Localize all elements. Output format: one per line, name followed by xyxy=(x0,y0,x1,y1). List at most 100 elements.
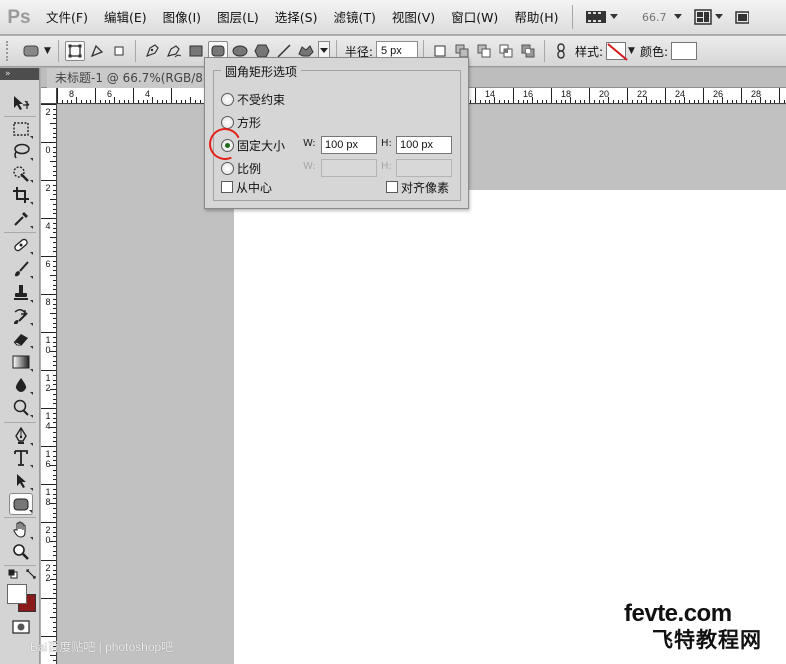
ruler-tick xyxy=(650,100,652,103)
fill-pixels-button[interactable] xyxy=(109,41,129,61)
menu-window[interactable]: 窗口(W) xyxy=(443,0,506,35)
style-swatch[interactable] xyxy=(606,42,627,60)
option-unconstrained[interactable]: 不受约束 xyxy=(221,90,285,108)
from-center-checkbox[interactable] xyxy=(221,181,233,193)
menu-filter[interactable]: 滤镜(T) xyxy=(325,0,383,35)
ruler-tick xyxy=(53,393,56,395)
eyedropper-tool[interactable] xyxy=(9,208,33,230)
option-square[interactable]: 方形 xyxy=(221,113,261,131)
rectangle-option[interactable] xyxy=(186,41,206,61)
ruler-tick xyxy=(53,612,56,614)
exclude-shape-button[interactable] xyxy=(518,41,538,61)
ruler-tick xyxy=(53,175,56,177)
gradient-icon xyxy=(12,355,30,369)
option-fixed-size[interactable]: 固定大小 xyxy=(221,136,285,154)
radio-proportional[interactable] xyxy=(221,161,234,175)
chevron-down-icon[interactable]: ▼ xyxy=(44,46,51,56)
option-snap-to-pixels[interactable]: 对齐像素 xyxy=(386,178,449,196)
menu-image[interactable]: 图像(I) xyxy=(155,0,209,35)
ruler-tick xyxy=(53,479,56,481)
quick-selection-tool[interactable] xyxy=(9,162,33,184)
ruler-tick xyxy=(53,360,56,362)
zoom-level[interactable]: 66.7 xyxy=(624,11,668,24)
history-brush-tool[interactable] xyxy=(9,305,33,327)
rounded-rectangle-tool[interactable] xyxy=(9,493,33,515)
chevron-down-icon[interactable]: ▼ xyxy=(628,46,635,56)
brush-tool[interactable] xyxy=(9,258,33,280)
zoom-tool[interactable] xyxy=(9,541,33,563)
paths-button[interactable] xyxy=(87,41,107,61)
move-tool[interactable] xyxy=(9,92,33,114)
clone-stamp-tool[interactable] xyxy=(9,282,33,304)
document-tab[interactable]: 未标题-1 @ 66.7%(RGB/8) xyxy=(47,68,217,88)
pen-tool-option[interactable] xyxy=(142,41,162,61)
dodge-tool[interactable] xyxy=(9,397,33,419)
freeform-pen-option[interactable] xyxy=(164,41,184,61)
shape-layers-button[interactable] xyxy=(64,41,85,61)
pen-tool[interactable] xyxy=(9,425,33,447)
ratio-width-input[interactable] xyxy=(321,159,377,177)
path-selection-tool[interactable] xyxy=(9,470,33,492)
ruler-tick xyxy=(679,100,681,103)
ruler-tick xyxy=(707,100,709,103)
ruler-tick xyxy=(731,100,733,103)
lasso-tool[interactable] xyxy=(9,140,33,162)
radio-square[interactable] xyxy=(221,115,234,129)
pen-icon xyxy=(15,427,27,444)
move-icon xyxy=(14,96,30,110)
ruler-tick xyxy=(41,598,56,599)
snap-to-pixels-checkbox[interactable] xyxy=(386,181,398,193)
brush-icon xyxy=(15,261,29,277)
subtract-shape-button[interactable] xyxy=(474,41,494,61)
option-from-center[interactable]: 从中心 xyxy=(221,178,272,196)
hand-tool[interactable] xyxy=(9,519,33,541)
arrange-documents-button[interactable] xyxy=(688,0,729,35)
zoom-dropdown[interactable] xyxy=(668,0,688,35)
document-canvas[interactable] xyxy=(234,190,786,664)
fixed-width-input[interactable] xyxy=(321,136,377,154)
menu-help[interactable]: 帮助(H) xyxy=(506,0,566,35)
color-swatch[interactable] xyxy=(670,42,697,60)
menu-select[interactable]: 选择(S) xyxy=(267,0,326,35)
menu-file[interactable]: 文件(F) xyxy=(38,0,96,35)
menu-edit[interactable]: 编辑(E) xyxy=(96,0,155,35)
rectangular-marquee-tool[interactable] xyxy=(9,118,33,140)
ruler-tick xyxy=(53,284,56,286)
intersect-shape-button[interactable] xyxy=(496,41,516,61)
quick-mask-button[interactable] xyxy=(9,616,33,638)
radio-fixed-size[interactable] xyxy=(221,138,234,152)
bridge-button[interactable] xyxy=(579,0,624,35)
ruler-label: 1 4 xyxy=(45,411,51,431)
ruler-tick xyxy=(53,417,56,419)
subtract-shape-icon xyxy=(477,44,491,58)
tool-preset-picker[interactable] xyxy=(21,41,41,61)
fixed-height-input[interactable] xyxy=(396,136,452,154)
color-label: 颜色: xyxy=(639,44,668,59)
ratio-height-input[interactable] xyxy=(396,159,452,177)
screen-mode-button[interactable] xyxy=(729,0,755,35)
default-colors-button[interactable] xyxy=(8,568,18,579)
blur-tool[interactable] xyxy=(9,374,33,396)
healing-brush-tool[interactable] xyxy=(9,234,33,256)
gradient-tool[interactable] xyxy=(9,351,33,373)
paths-icon xyxy=(90,44,104,58)
ruler-tick xyxy=(53,184,56,186)
foreground-color-swatch[interactable] xyxy=(7,584,27,604)
options-grip[interactable] xyxy=(6,41,12,61)
vertical-ruler[interactable]: 2 0 2 4 6 8 1 0 1 2 1 4 1 6 1 8 2 0 2 2 xyxy=(41,104,57,664)
submenu-triangle xyxy=(30,369,33,372)
ruler-tick xyxy=(147,100,149,103)
menu-layer[interactable]: 图层(L) xyxy=(209,0,267,35)
crop-tool[interactable] xyxy=(9,184,33,206)
swap-colors-button[interactable] xyxy=(26,568,36,579)
magnifier-icon xyxy=(13,544,29,560)
eraser-tool[interactable] xyxy=(9,328,33,350)
option-proportional[interactable]: 比例 xyxy=(221,159,261,177)
radio-unconstrained[interactable] xyxy=(221,92,234,106)
ruler-tick xyxy=(53,346,56,348)
link-style-button[interactable] xyxy=(551,41,571,61)
type-tool[interactable] xyxy=(9,447,33,469)
tools-panel-header[interactable]: » xyxy=(0,68,39,80)
ruler-corner[interactable] xyxy=(41,88,57,104)
menu-view[interactable]: 视图(V) xyxy=(384,0,443,35)
